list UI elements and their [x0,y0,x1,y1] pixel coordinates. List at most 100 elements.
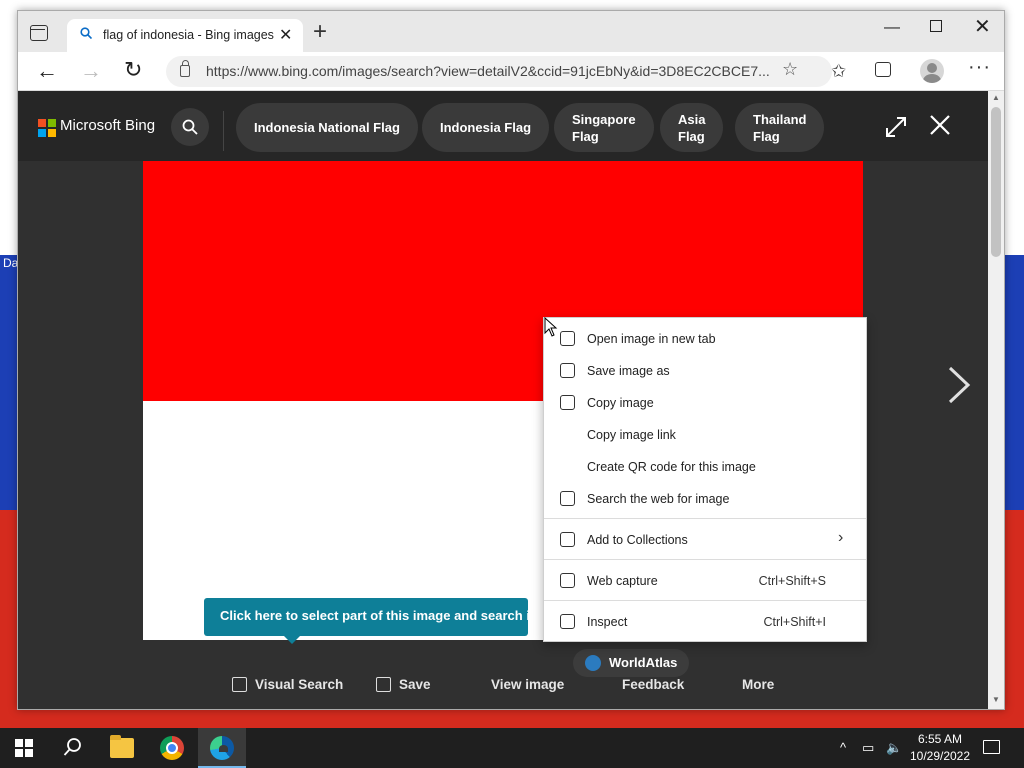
ctx-inspect[interactable]: Inspect Ctrl+Shift+I [544,606,866,638]
chip-label: Thailand [753,111,807,127]
file-explorer-icon[interactable] [110,735,134,758]
minimize-button[interactable]: — [884,19,900,37]
ctx-open-new-tab[interactable]: Open image in new tab [544,323,866,355]
search-icon [80,27,92,39]
save-label: Save [399,677,431,692]
ctx-label: Open image in new tab [587,332,716,346]
chip-label: Indonesia Flag [440,120,532,135]
scroll-up-arrow-icon[interactable]: ▲ [992,93,1000,102]
clock-time: 6:55 AM [917,732,963,746]
maximize-button[interactable] [930,20,942,32]
ctx-shortcut: Ctrl+Shift+S [758,574,826,588]
windows-start-icon[interactable] [15,739,33,757]
related-chip[interactable]: Thailand Flag [735,103,825,152]
save-button[interactable]: Save [376,677,431,692]
image-viewer-header: Microsoft Bing Indonesia National Flag I… [18,91,988,161]
image-actions-bar: Visual Search Save View image Feedback M… [18,671,988,703]
new-tab-button[interactable]: + [313,20,327,44]
ctx-web-capture[interactable]: Web capture Ctrl+Shift+S [544,565,866,597]
expand-icon[interactable] [884,115,908,139]
more-button[interactable]: More [742,677,774,692]
globe-icon [585,655,601,671]
edge-icon [210,736,234,760]
refresh-icon[interactable]: ↻ [124,57,142,83]
notification-center-icon[interactable] [983,740,1000,754]
favorites-icon[interactable]: ✩ [831,61,846,82]
open-new-tab-icon [560,331,575,346]
close-window-button[interactable]: ✕ [974,14,991,39]
save-image-icon [560,363,575,378]
ctx-label: Copy image [587,396,654,410]
ctx-create-qr-code[interactable]: Create QR code for this image [544,451,866,483]
context-menu: Open image in new tab Save image as Copy… [543,317,867,642]
scroll-down-arrow-icon[interactable]: ▼ [992,695,1000,704]
ctx-label: Web capture [587,574,658,588]
tab-bar: flag of indonesia - Bing images ✕ + — ✕ [18,11,1004,52]
close-icon[interactable] [928,113,952,137]
visual-search-tooltip[interactable]: Click here to select part of this image … [204,598,534,644]
tab-title: flag of indonesia - Bing images [103,28,274,42]
chevron-right-icon: › [838,529,844,546]
menu-divider [544,559,866,560]
mouse-cursor-icon [544,317,558,337]
add-favorite-icon[interactable]: ☆ [782,59,798,80]
chrome-icon[interactable] [160,736,184,760]
bing-search-button[interactable] [171,108,209,146]
close-tab-icon[interactable]: ✕ [279,25,292,45]
save-icon [376,677,391,692]
add-collection-icon [560,532,575,547]
forward-icon[interactable]: → [80,58,102,84]
settings-more-icon[interactable]: ··· [968,56,991,79]
taskbar-edge-button[interactable] [198,728,246,768]
profile-avatar[interactable] [920,59,944,83]
tray-overflow-chevron-icon[interactable]: ^ [840,740,846,755]
scroll-thumb[interactable] [991,107,1001,257]
visual-search-button[interactable]: Visual Search [232,677,343,692]
address-toolbar: ← → ↻ https://www.bing.com/images/search… [18,52,1004,91]
taskbar: ^ ▭ 🔈 6:55 AM 10/29/2022 [0,728,1024,768]
related-chip[interactable]: Indonesia National Flag [236,103,418,152]
visual-search-label: Visual Search [255,677,344,692]
ctx-copy-image[interactable]: Copy image [544,387,866,419]
ctx-copy-image-link[interactable]: Copy image link [544,419,866,451]
chip-label: Asia [678,111,706,127]
collections-icon[interactable] [875,62,891,77]
taskbar-search-icon[interactable] [63,737,83,757]
related-chip[interactable]: Asia Flag [660,103,724,152]
ctx-shortcut: Ctrl+Shift+I [763,615,826,629]
microsoft-logo-icon[interactable] [38,119,56,137]
header-divider [223,111,224,151]
ctx-save-image-as[interactable]: Save image as [544,355,866,387]
ctx-label: Search the web for image [587,492,730,506]
vertical-scrollbar[interactable]: ▲ ▼ [988,91,1004,709]
ctx-label: Create QR code for this image [587,460,756,474]
chip-label: Flag [753,128,780,144]
related-chip[interactable]: Indonesia Flag [422,103,550,152]
tab-bing-images[interactable]: flag of indonesia - Bing images ✕ [67,19,303,52]
url-text[interactable]: https://www.bing.com/images/search?view=… [206,63,770,79]
feedback-button[interactable]: Feedback [622,677,684,692]
ctx-label: Inspect [587,615,628,629]
inspect-icon [560,614,575,629]
volume-icon[interactable]: 🔈 [886,740,902,756]
ctx-label: Save image as [587,364,670,378]
ctx-label: Add to Collections [587,533,688,547]
ctx-search-web-for-image[interactable]: Search the web for image [544,483,866,515]
copy-image-icon [560,395,575,410]
chip-label: Flag [678,128,705,144]
ctx-add-to-collections[interactable]: Add to Collections › [544,524,866,556]
visual-search-icon [560,491,575,506]
related-chip[interactable]: Singapore Flag [554,103,654,152]
tab-actions-icon[interactable] [30,25,48,41]
back-icon[interactable]: ← [36,58,58,84]
next-image-chevron-icon[interactable] [946,365,972,405]
system-clock[interactable]: 6:55 AM 10/29/2022 [904,731,976,765]
source-name: WorldAtlas [609,655,678,670]
address-bar[interactable]: https://www.bing.com/images/search?view=… [166,56,832,87]
view-image-button[interactable]: View image [491,677,564,692]
visual-search-icon [232,677,247,692]
network-icon[interactable]: ▭ [862,740,874,756]
lock-icon[interactable] [180,60,190,77]
bing-brand[interactable]: Microsoft Bing [60,117,155,134]
search-icon [182,119,198,135]
